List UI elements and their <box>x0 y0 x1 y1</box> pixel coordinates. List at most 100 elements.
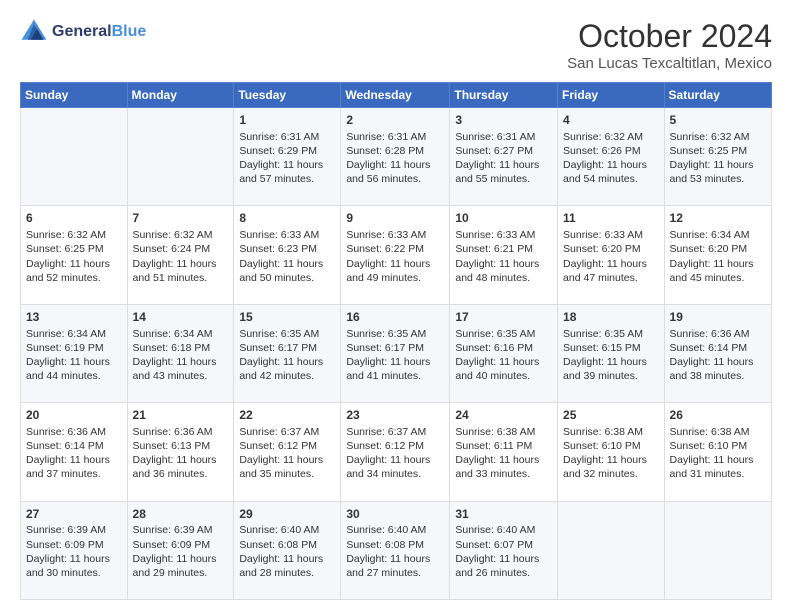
day-info: Sunrise: 6:40 AM Sunset: 6:07 PM Dayligh… <box>455 523 552 580</box>
header-wednesday: Wednesday <box>341 83 450 108</box>
calendar-cell: 22Sunrise: 6:37 AM Sunset: 6:12 PM Dayli… <box>234 403 341 501</box>
day-number: 20 <box>26 407 122 424</box>
logo-icon <box>20 18 48 46</box>
day-info: Sunrise: 6:40 AM Sunset: 6:08 PM Dayligh… <box>346 523 444 580</box>
day-info: Sunrise: 6:35 AM Sunset: 6:17 PM Dayligh… <box>239 327 335 384</box>
day-info: Sunrise: 6:36 AM Sunset: 6:14 PM Dayligh… <box>670 327 766 384</box>
day-number: 4 <box>563 112 659 129</box>
header: GeneralBlue October 2024 San Lucas Texca… <box>20 18 772 72</box>
day-number: 17 <box>455 309 552 326</box>
day-info: Sunrise: 6:32 AM Sunset: 6:25 PM Dayligh… <box>670 130 766 187</box>
calendar-cell: 5Sunrise: 6:32 AM Sunset: 6:25 PM Daylig… <box>664 108 771 206</box>
day-number: 6 <box>26 210 122 227</box>
day-info: Sunrise: 6:34 AM Sunset: 6:19 PM Dayligh… <box>26 327 122 384</box>
day-number: 5 <box>670 112 766 129</box>
day-info: Sunrise: 6:36 AM Sunset: 6:14 PM Dayligh… <box>26 425 122 482</box>
calendar-week-row: 20Sunrise: 6:36 AM Sunset: 6:14 PM Dayli… <box>21 403 772 501</box>
calendar-cell: 10Sunrise: 6:33 AM Sunset: 6:21 PM Dayli… <box>450 206 558 304</box>
day-info: Sunrise: 6:33 AM Sunset: 6:21 PM Dayligh… <box>455 228 552 285</box>
calendar-cell: 12Sunrise: 6:34 AM Sunset: 6:20 PM Dayli… <box>664 206 771 304</box>
day-number: 23 <box>346 407 444 424</box>
calendar-cell: 15Sunrise: 6:35 AM Sunset: 6:17 PM Dayli… <box>234 304 341 402</box>
calendar-cell: 30Sunrise: 6:40 AM Sunset: 6:08 PM Dayli… <box>341 501 450 599</box>
calendar-cell: 29Sunrise: 6:40 AM Sunset: 6:08 PM Dayli… <box>234 501 341 599</box>
day-number: 10 <box>455 210 552 227</box>
day-info: Sunrise: 6:39 AM Sunset: 6:09 PM Dayligh… <box>26 523 122 580</box>
calendar-cell: 21Sunrise: 6:36 AM Sunset: 6:13 PM Dayli… <box>127 403 234 501</box>
day-info: Sunrise: 6:37 AM Sunset: 6:12 PM Dayligh… <box>239 425 335 482</box>
calendar-cell: 16Sunrise: 6:35 AM Sunset: 6:17 PM Dayli… <box>341 304 450 402</box>
day-number: 18 <box>563 309 659 326</box>
day-info: Sunrise: 6:33 AM Sunset: 6:23 PM Dayligh… <box>239 228 335 285</box>
day-number: 25 <box>563 407 659 424</box>
calendar-cell: 6Sunrise: 6:32 AM Sunset: 6:25 PM Daylig… <box>21 206 128 304</box>
day-info: Sunrise: 6:39 AM Sunset: 6:09 PM Dayligh… <box>133 523 229 580</box>
day-info: Sunrise: 6:33 AM Sunset: 6:20 PM Dayligh… <box>563 228 659 285</box>
calendar-cell <box>21 108 128 206</box>
day-number: 11 <box>563 210 659 227</box>
calendar-week-row: 1Sunrise: 6:31 AM Sunset: 6:29 PM Daylig… <box>21 108 772 206</box>
calendar-cell: 19Sunrise: 6:36 AM Sunset: 6:14 PM Dayli… <box>664 304 771 402</box>
day-number: 29 <box>239 506 335 523</box>
day-info: Sunrise: 6:40 AM Sunset: 6:08 PM Dayligh… <box>239 523 335 580</box>
calendar-cell: 26Sunrise: 6:38 AM Sunset: 6:10 PM Dayli… <box>664 403 771 501</box>
day-info: Sunrise: 6:31 AM Sunset: 6:27 PM Dayligh… <box>455 130 552 187</box>
main-title: October 2024 <box>567 18 772 55</box>
header-friday: Friday <box>558 83 665 108</box>
page: GeneralBlue October 2024 San Lucas Texca… <box>0 0 792 612</box>
calendar-cell: 11Sunrise: 6:33 AM Sunset: 6:20 PM Dayli… <box>558 206 665 304</box>
day-number: 31 <box>455 506 552 523</box>
calendar-week-row: 6Sunrise: 6:32 AM Sunset: 6:25 PM Daylig… <box>21 206 772 304</box>
calendar-cell: 7Sunrise: 6:32 AM Sunset: 6:24 PM Daylig… <box>127 206 234 304</box>
day-number: 28 <box>133 506 229 523</box>
calendar-cell: 1Sunrise: 6:31 AM Sunset: 6:29 PM Daylig… <box>234 108 341 206</box>
calendar-cell: 18Sunrise: 6:35 AM Sunset: 6:15 PM Dayli… <box>558 304 665 402</box>
calendar-cell: 3Sunrise: 6:31 AM Sunset: 6:27 PM Daylig… <box>450 108 558 206</box>
calendar-week-row: 13Sunrise: 6:34 AM Sunset: 6:19 PM Dayli… <box>21 304 772 402</box>
logo: GeneralBlue <box>20 18 146 46</box>
day-number: 3 <box>455 112 552 129</box>
day-number: 22 <box>239 407 335 424</box>
day-number: 13 <box>26 309 122 326</box>
day-number: 12 <box>670 210 766 227</box>
day-info: Sunrise: 6:35 AM Sunset: 6:15 PM Dayligh… <box>563 327 659 384</box>
day-number: 14 <box>133 309 229 326</box>
day-number: 15 <box>239 309 335 326</box>
calendar-table: Sunday Monday Tuesday Wednesday Thursday… <box>20 82 772 600</box>
day-number: 2 <box>346 112 444 129</box>
day-number: 21 <box>133 407 229 424</box>
day-number: 19 <box>670 309 766 326</box>
calendar-cell: 20Sunrise: 6:36 AM Sunset: 6:14 PM Dayli… <box>21 403 128 501</box>
calendar-cell: 2Sunrise: 6:31 AM Sunset: 6:28 PM Daylig… <box>341 108 450 206</box>
day-number: 9 <box>346 210 444 227</box>
day-info: Sunrise: 6:38 AM Sunset: 6:10 PM Dayligh… <box>670 425 766 482</box>
day-info: Sunrise: 6:32 AM Sunset: 6:25 PM Dayligh… <box>26 228 122 285</box>
day-number: 7 <box>133 210 229 227</box>
calendar-cell: 9Sunrise: 6:33 AM Sunset: 6:22 PM Daylig… <box>341 206 450 304</box>
day-number: 26 <box>670 407 766 424</box>
calendar-cell: 8Sunrise: 6:33 AM Sunset: 6:23 PM Daylig… <box>234 206 341 304</box>
subtitle: San Lucas Texcaltitlan, Mexico <box>567 55 772 72</box>
title-block: October 2024 San Lucas Texcaltitlan, Mex… <box>567 18 772 72</box>
logo-text: GeneralBlue <box>52 23 146 41</box>
calendar-cell: 13Sunrise: 6:34 AM Sunset: 6:19 PM Dayli… <box>21 304 128 402</box>
day-info: Sunrise: 6:31 AM Sunset: 6:28 PM Dayligh… <box>346 130 444 187</box>
calendar-cell: 25Sunrise: 6:38 AM Sunset: 6:10 PM Dayli… <box>558 403 665 501</box>
calendar-cell <box>558 501 665 599</box>
calendar-cell: 4Sunrise: 6:32 AM Sunset: 6:26 PM Daylig… <box>558 108 665 206</box>
calendar-cell <box>664 501 771 599</box>
header-saturday: Saturday <box>664 83 771 108</box>
day-info: Sunrise: 6:36 AM Sunset: 6:13 PM Dayligh… <box>133 425 229 482</box>
day-number: 24 <box>455 407 552 424</box>
day-number: 8 <box>239 210 335 227</box>
calendar-cell <box>127 108 234 206</box>
day-info: Sunrise: 6:34 AM Sunset: 6:18 PM Dayligh… <box>133 327 229 384</box>
day-info: Sunrise: 6:35 AM Sunset: 6:17 PM Dayligh… <box>346 327 444 384</box>
day-info: Sunrise: 6:38 AM Sunset: 6:10 PM Dayligh… <box>563 425 659 482</box>
day-number: 27 <box>26 506 122 523</box>
calendar-cell: 24Sunrise: 6:38 AM Sunset: 6:11 PM Dayli… <box>450 403 558 501</box>
day-info: Sunrise: 6:34 AM Sunset: 6:20 PM Dayligh… <box>670 228 766 285</box>
day-info: Sunrise: 6:31 AM Sunset: 6:29 PM Dayligh… <box>239 130 335 187</box>
calendar-cell: 14Sunrise: 6:34 AM Sunset: 6:18 PM Dayli… <box>127 304 234 402</box>
calendar-header-row: Sunday Monday Tuesday Wednesday Thursday… <box>21 83 772 108</box>
